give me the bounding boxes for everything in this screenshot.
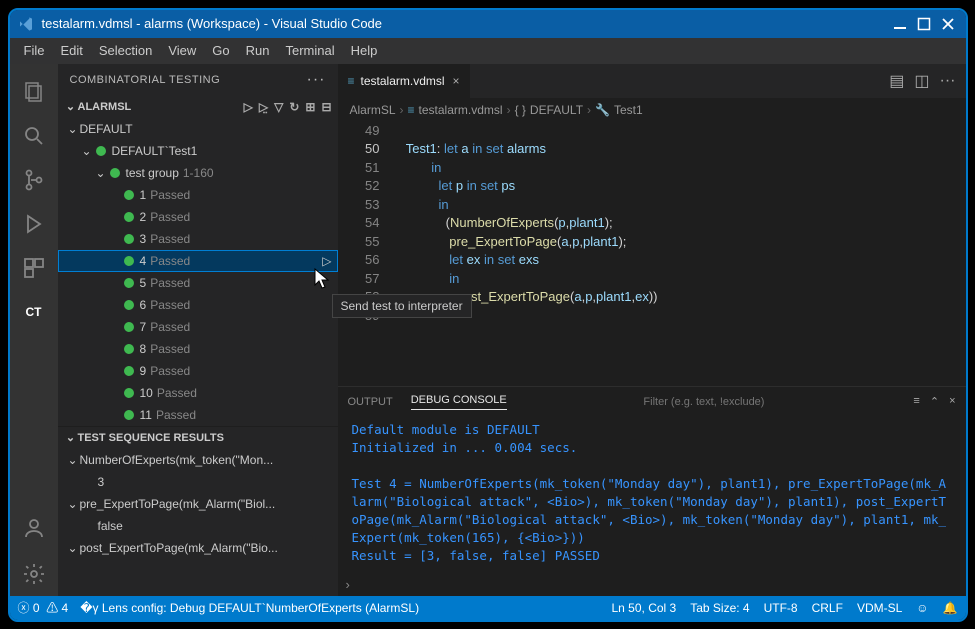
filter-icon[interactable]: ▽ — [274, 100, 283, 114]
panel-title: ALARMSL — [78, 101, 132, 113]
test-row[interactable]: 8Passed — [58, 338, 338, 360]
collapse-panel-icon[interactable]: ⌃ — [930, 395, 939, 408]
debug-console-body[interactable]: Default module is DEFAULT Initialized in… — [338, 417, 966, 574]
panel-results-header[interactable]: ⌄ TEST SEQUENCE RESULTS — [58, 427, 338, 449]
tree-root[interactable]: ⌄DEFAULT — [58, 118, 338, 140]
language-mode[interactable]: VDM-SL — [857, 601, 902, 615]
search-icon[interactable] — [20, 122, 48, 150]
cursor-position[interactable]: Ln 50, Col 3 — [612, 601, 677, 615]
menu-terminal[interactable]: Terminal — [278, 43, 343, 58]
split-icon[interactable]: ◫ — [914, 71, 929, 91]
more-icon[interactable]: ··· — [940, 72, 956, 90]
test-row[interactable]: 9Passed — [58, 360, 338, 382]
close-tab-icon[interactable]: × — [453, 74, 460, 88]
maximize-button[interactable] — [914, 14, 934, 34]
test-row[interactable]: 7Passed — [58, 316, 338, 338]
compare-icon[interactable]: ▤ — [889, 71, 904, 91]
status-bar: ⓧ 0 ⚠ 4 �γ Lens config: Debug DEFAULT`Nu… — [10, 596, 966, 620]
tab-size[interactable]: Tab Size: 4 — [690, 601, 749, 615]
editor-tabs: ≡ testalarm.vdmsl × ▤ ◫ ··· — [338, 64, 966, 98]
test-row[interactable]: 5Passed — [58, 272, 338, 294]
send-to-interpreter-icon[interactable]: ▷ — [322, 254, 331, 268]
crumb[interactable]: testalarm.vdmsl — [419, 103, 503, 117]
file-icon: ≡ — [348, 74, 355, 88]
menu-go[interactable]: Go — [204, 43, 237, 58]
test-row[interactable]: 2Passed — [58, 206, 338, 228]
editor-area: ≡ testalarm.vdmsl × ▤ ◫ ··· AlarmSL› ≡te… — [338, 64, 966, 596]
settings-small-icon[interactable]: ≡ — [913, 395, 919, 408]
lens-config[interactable]: �γ Lens config: Debug DEFAULT`NumberOfEx… — [80, 601, 419, 615]
test-row[interactable]: 11Passed — [58, 404, 338, 426]
crumb[interactable]: Test1 — [614, 103, 643, 117]
run-debug-icon[interactable] — [20, 210, 48, 238]
tooltip: Send test to interpreter — [332, 294, 472, 318]
sidebar: COMBINATORIAL TESTING ··· ⌄ ALARMSL ▷ ▷̤… — [58, 64, 338, 596]
breadcrumbs[interactable]: AlarmSL› ≡testalarm.vdmsl› { }DEFAULT› 🔧… — [338, 98, 966, 122]
filter-input[interactable] — [637, 392, 887, 412]
bell-icon[interactable]: 🔔 — [943, 601, 958, 615]
minimize-button[interactable] — [890, 14, 910, 34]
extensions-icon[interactable] — [20, 254, 48, 282]
crumb[interactable]: AlarmSL — [350, 103, 396, 117]
mouse-cursor — [314, 268, 332, 290]
result-value: 3 — [58, 471, 338, 493]
result-row[interactable]: ⌄NumberOfExperts(mk_token("Mon... — [58, 449, 338, 471]
vscode-icon — [18, 16, 34, 32]
menu-edit[interactable]: Edit — [52, 43, 90, 58]
panel-alarmsl-header[interactable]: ⌄ ALARMSL ▷ ▷̤ ▽ ↻ ⊞ ⊟ — [58, 96, 338, 118]
test-tree: ⌄DEFAULT ⌄DEFAULT`Test1 ⌄test group1-160… — [58, 118, 338, 426]
refresh-icon[interactable]: ↻ — [289, 100, 299, 114]
close-button[interactable] — [938, 14, 958, 34]
menu-run[interactable]: Run — [238, 43, 278, 58]
tree-trace[interactable]: ⌄DEFAULT`Test1 — [58, 140, 338, 162]
expandall-icon[interactable]: ⊞ — [305, 100, 315, 114]
menubar[interactable]: File Edit Selection View Go Run Terminal… — [10, 38, 966, 64]
result-row[interactable]: ⌄post_ExpertToPage(mk_Alarm("Bio... — [58, 537, 338, 559]
tree-group[interactable]: ⌄test group1-160 — [58, 162, 338, 184]
result-value: false — [58, 515, 338, 537]
collapseall-icon[interactable]: ⊟ — [321, 100, 331, 114]
debug-console-input[interactable]: › — [338, 574, 966, 596]
close-panel-icon[interactable]: × — [949, 395, 955, 408]
result-row[interactable]: ⌄pre_ExpertToPage(mk_Alarm("Biol... — [58, 493, 338, 515]
eol[interactable]: CRLF — [812, 601, 843, 615]
window-title: testalarm.vdmsl - alarms (Workspace) - V… — [42, 16, 383, 31]
menu-file[interactable]: File — [16, 43, 53, 58]
more-actions-icon[interactable]: ··· — [307, 71, 326, 89]
sidebar-header: COMBINATORIAL TESTING ··· — [58, 64, 338, 96]
test-row[interactable]: 6Passed — [58, 294, 338, 316]
crumb[interactable]: DEFAULT — [530, 103, 583, 117]
source-control-icon[interactable] — [20, 166, 48, 194]
tab-label: testalarm.vdmsl — [361, 74, 445, 88]
debug-console-tab[interactable]: DEBUG CONSOLE — [411, 394, 507, 410]
explorer-icon[interactable] — [20, 78, 48, 106]
run-icon[interactable]: ▷ — [244, 100, 253, 114]
titlebar: testalarm.vdmsl - alarms (Workspace) - V… — [10, 10, 966, 38]
test-row[interactable]: 10Passed — [58, 382, 338, 404]
debug-run-icon[interactable]: ▷̤ — [259, 100, 268, 114]
code-editor[interactable]: 4950515253545556575859 Test1: let a in s… — [338, 122, 966, 386]
bottom-panel: OUTPUT DEBUG CONSOLE ≡ ⌃ × Default modul… — [338, 386, 966, 596]
combinatorial-testing-icon[interactable]: CT — [20, 298, 48, 326]
activity-bar: CT — [10, 64, 58, 596]
menu-help[interactable]: Help — [343, 43, 386, 58]
problems-button[interactable]: ⓧ 0 ⚠ 4 — [18, 599, 69, 616]
test-row[interactable]: 1Passed — [58, 184, 338, 206]
test-row-selected[interactable]: 4Passed▷ — [58, 250, 338, 272]
chevron-down-icon: ⌄ — [64, 100, 78, 113]
test-row[interactable]: 3Passed — [58, 228, 338, 250]
menu-view[interactable]: View — [160, 43, 204, 58]
panel-title: TEST SEQUENCE RESULTS — [78, 432, 224, 444]
output-tab[interactable]: OUTPUT — [348, 396, 393, 408]
sidebar-title: COMBINATORIAL TESTING — [70, 74, 221, 86]
settings-icon[interactable] — [20, 560, 48, 588]
accounts-icon[interactable] — [20, 514, 48, 542]
editor-tab[interactable]: ≡ testalarm.vdmsl × — [338, 64, 471, 98]
menu-selection[interactable]: Selection — [91, 43, 160, 58]
encoding[interactable]: UTF-8 — [764, 601, 798, 615]
chevron-down-icon: ⌄ — [64, 431, 78, 444]
feedback-icon[interactable]: ☺ — [916, 601, 928, 615]
